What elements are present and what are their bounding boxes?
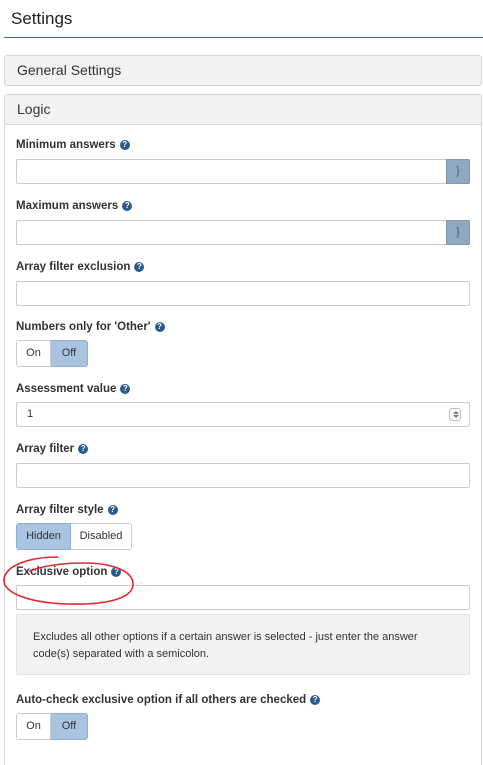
question-circle-icon[interactable]: ? — [134, 262, 145, 272]
min-answers-label-text: Minimum answers — [16, 139, 116, 151]
auto-check-exclusive-label-text: Auto-check exclusive option if all other… — [16, 694, 307, 706]
auto-check-exclusive-off[interactable]: Off — [51, 713, 88, 740]
min-answers-field[interactable]: } — [16, 159, 470, 184]
array-filter-style-disabled[interactable]: Disabled — [71, 523, 132, 550]
exclusive-option-help-text: Excludes all other options if a certain … — [16, 614, 470, 675]
numbers-only-other-label: Numbers only for 'Other' ? — [16, 321, 165, 333]
max-answers-label: Maximum answers ? — [16, 200, 133, 212]
array-filter-exclusion-field[interactable] — [16, 281, 470, 306]
question-circle-icon[interactable]: ? — [78, 444, 89, 454]
auto-check-exclusive-label: Auto-check exclusive option if all other… — [16, 694, 321, 706]
array-filter-style-label-text: Array filter style — [16, 504, 104, 516]
page-title: Settings — [11, 9, 73, 28]
min-answers-label: Minimum answers ? — [16, 139, 130, 151]
max-answers-label-text: Maximum answers — [16, 200, 119, 212]
assessment-value-label-text: Assessment value — [16, 383, 117, 395]
assessment-value-label: Assessment value ? — [16, 383, 131, 395]
settings-header: Settings — [0, 0, 483, 38]
array-filter-style-hidden[interactable]: Hidden — [16, 523, 71, 550]
question-circle-icon[interactable]: ? — [310, 695, 321, 705]
max-answers-field[interactable]: } — [16, 220, 470, 245]
array-filter-field[interactable] — [16, 463, 470, 488]
array-filter-label-text: Array filter — [16, 443, 75, 455]
numbers-only-other-toggle: On Off — [16, 340, 88, 367]
numbers-only-other-label-text: Numbers only for 'Other' — [16, 321, 151, 333]
numbers-only-other-on[interactable]: On — [16, 340, 51, 367]
question-circle-icon[interactable]: ? — [111, 567, 122, 577]
assessment-value-value: 1 — [27, 408, 34, 420]
numbers-only-other-off[interactable]: Off — [51, 340, 88, 367]
array-filter-style-toggle: Hidden Disabled — [16, 523, 132, 550]
min-answers-expression-button[interactable]: } — [446, 159, 470, 184]
exclusive-option-label: Exclusive option ? — [16, 566, 122, 578]
auto-check-exclusive-on[interactable]: On — [16, 713, 51, 740]
question-circle-icon[interactable]: ? — [107, 505, 118, 515]
exclusive-option-field[interactable] — [16, 585, 470, 610]
max-answers-expression-button[interactable]: } — [446, 220, 470, 245]
auto-check-exclusive-toggle: On Off — [16, 713, 88, 740]
array-filter-label: Array filter ? — [16, 443, 89, 455]
array-filter-style-label: Array filter style ? — [16, 504, 118, 516]
general-settings-panel-header[interactable]: General Settings — [4, 55, 482, 86]
header-divider — [4, 37, 483, 38]
exclusive-option-label-text: Exclusive option — [16, 566, 108, 578]
array-filter-exclusion-label: Array filter exclusion ? — [16, 261, 145, 273]
question-circle-icon[interactable]: ? — [120, 384, 131, 394]
question-circle-icon[interactable]: ? — [122, 201, 133, 211]
assessment-value-field[interactable]: 1 — [16, 402, 470, 427]
question-circle-icon[interactable]: ? — [154, 322, 165, 332]
question-circle-icon[interactable]: ? — [119, 140, 130, 150]
array-filter-exclusion-label-text: Array filter exclusion — [16, 261, 131, 273]
number-spinner-icon[interactable] — [449, 408, 461, 421]
logic-panel-header[interactable]: Logic — [4, 94, 482, 125]
